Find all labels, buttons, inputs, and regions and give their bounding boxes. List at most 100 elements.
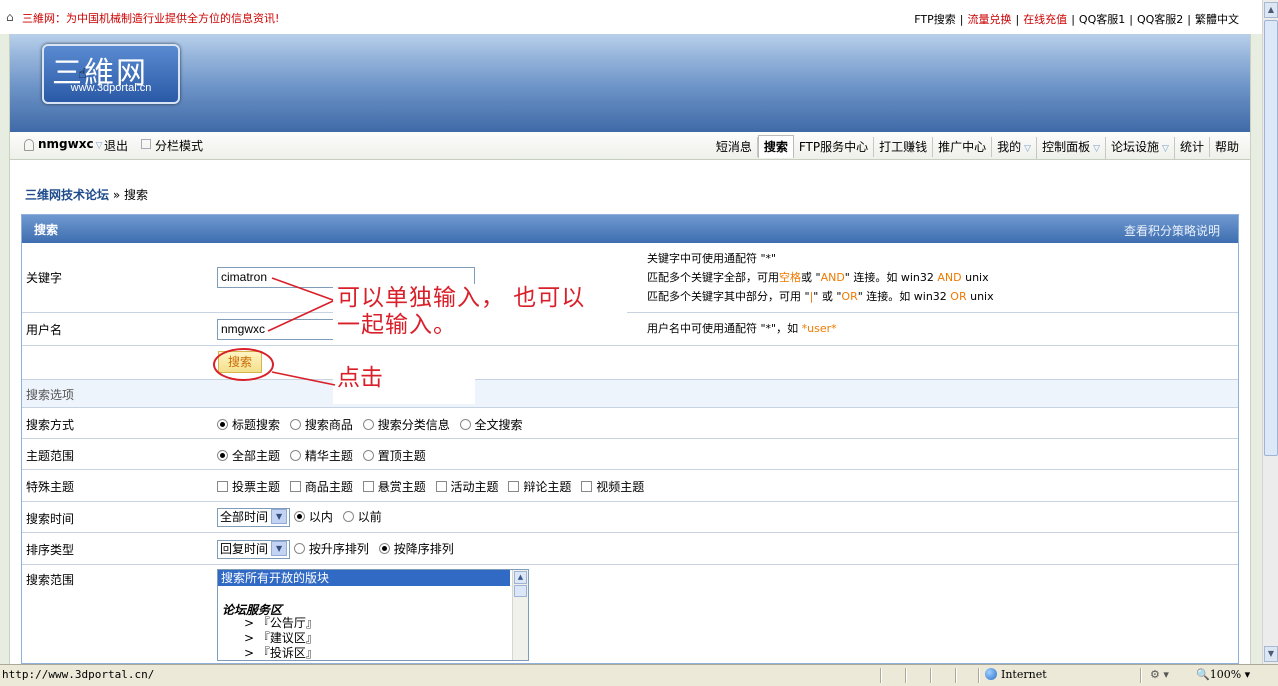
search-method-label: 搜索方式 bbox=[26, 418, 75, 432]
range-option-item[interactable]: > 『公告厅』 bbox=[218, 616, 528, 631]
user-icon bbox=[24, 139, 34, 151]
scope-digest-radio[interactable]: 精华主题 bbox=[289, 449, 353, 463]
recharge-link[interactable]: 在线充值 bbox=[1022, 13, 1068, 26]
sort-asc-radio[interactable]: 按升序排列 bbox=[293, 542, 369, 556]
panel-title: 搜索 bbox=[34, 223, 59, 237]
qq-service2-link[interactable]: QQ客服2 bbox=[1136, 13, 1184, 26]
status-url: http://www.3dportal.cn/ bbox=[2, 668, 155, 681]
sort-select[interactable]: 回复时间 ▼ bbox=[217, 540, 291, 559]
logo-url: www.3dportal.cn bbox=[70, 82, 152, 94]
page-scrollbar[interactable]: ▲ ▼ bbox=[1262, 0, 1278, 664]
zoom-level[interactable]: 🔍100% ▾ bbox=[1196, 668, 1250, 681]
scope-all-radio[interactable]: 全部主题 bbox=[217, 449, 280, 463]
search-time-label: 搜索时间 bbox=[26, 512, 75, 526]
options-header: 搜索选项 bbox=[26, 388, 75, 402]
listbox-scrollbar[interactable]: ▲ bbox=[512, 570, 528, 660]
menu-help[interactable]: 帮助 bbox=[1210, 137, 1244, 157]
scroll-down-arrow-icon[interactable]: ▼ bbox=[1264, 646, 1278, 662]
annotation-click-note: 点击 bbox=[337, 365, 383, 391]
special-reward-checkbox[interactable]: 悬赏主题 bbox=[362, 480, 426, 494]
menu-ftp-service[interactable]: FTP服务中心 bbox=[794, 137, 875, 157]
sort-type-label: 排序类型 bbox=[26, 543, 75, 557]
panel-header: 搜索 查看积分策略说明 bbox=[22, 215, 1238, 243]
special-debate-checkbox[interactable]: 辩论主题 bbox=[508, 480, 571, 494]
search-method-options: 标题搜索 搜索商品 搜索分类信息 全文搜索 bbox=[217, 416, 529, 433]
security-zone: Internet bbox=[985, 668, 1047, 681]
breadcrumb: 三维网技术论坛 » 搜索 bbox=[25, 186, 148, 203]
site-slogan: 三維网：为中国机械制造行业提供全方位的信息资讯! bbox=[22, 12, 280, 25]
range-option-all[interactable]: 搜索所有开放的版块 bbox=[218, 570, 510, 586]
method-goods-radio[interactable]: 搜索商品 bbox=[289, 418, 353, 432]
top-links: FTP搜索 | 流量兑换 | 在线充值 | QQ客服1 | QQ客服2 | 繁體中文 bbox=[913, 13, 1240, 26]
username-tip: 用户名中可使用通配符 "*"，如 *user* bbox=[647, 322, 837, 335]
method-category-radio[interactable]: 搜索分类信息 bbox=[362, 418, 450, 432]
credit-policy-link[interactable]: 查看积分策略说明 bbox=[1124, 222, 1220, 239]
topic-scope-row: 主题范围 全部主题 精华主题 置顶主题 bbox=[22, 439, 1238, 470]
special-video-checkbox[interactable]: 视频主题 bbox=[581, 480, 644, 494]
scroll-up-arrow-icon[interactable]: ▲ bbox=[514, 571, 527, 584]
breadcrumb-home-link[interactable]: 三维网技术论坛 bbox=[25, 188, 109, 202]
chevron-down-icon: ▽ bbox=[1024, 144, 1032, 154]
top-bar: ⌂ 三維网：为中国机械制造行业提供全方位的信息资讯! FTP搜索 | 流量兑换 | 在线… bbox=[0, 0, 1262, 34]
chevron-down-icon: ▽ bbox=[1093, 144, 1101, 154]
special-poll-checkbox[interactable]: 投票主题 bbox=[217, 480, 280, 494]
ftp-search-link[interactable]: FTP搜索 bbox=[913, 13, 957, 26]
traditional-chinese-link[interactable]: 繁體中文 bbox=[1194, 13, 1240, 26]
search-range-row: 搜索范围 搜索所有开放的版块 论坛服务区 > 『公告厅』 > 『建议区』 > 『… bbox=[22, 565, 1238, 665]
username-menu[interactable]: nmgwxc ▽ bbox=[38, 137, 103, 151]
options-header-row: 搜索选项 bbox=[22, 380, 1238, 408]
protected-mode-icon[interactable]: ⚙ ▾ bbox=[1150, 668, 1169, 681]
range-option-item[interactable]: > 『建议区』 bbox=[218, 631, 528, 646]
keyword-tips: 关键字中可使用通配符 "*" 匹配多个关键字全部，可用空格或 "AND" 连接。… bbox=[647, 252, 994, 303]
search-time-row: 搜索时间 全部时间 ▼ 以内 以前 bbox=[22, 502, 1238, 533]
menu-messages[interactable]: 短消息 bbox=[711, 137, 758, 157]
breadcrumb-current: 搜索 bbox=[124, 188, 149, 202]
menu-stats[interactable]: 统计 bbox=[1175, 137, 1210, 157]
username-row: 用户名 nmgwxc 用户名中可使用通配符 "*"，如 *user* bbox=[22, 313, 1238, 346]
globe-icon bbox=[985, 668, 997, 680]
special-goods-checkbox[interactable]: 商品主题 bbox=[289, 480, 353, 494]
menu-mine[interactable]: 我的 ▽ bbox=[992, 137, 1038, 159]
special-topic-label: 特殊主题 bbox=[26, 480, 75, 494]
split-mode-checkbox[interactable] bbox=[141, 139, 151, 149]
dropdown-arrow-icon: ▼ bbox=[271, 509, 288, 524]
site-logo[interactable]: 三維网 www.3dportal.cn ☝ bbox=[42, 44, 180, 104]
range-option-item[interactable]: > 『投诉区』 bbox=[218, 646, 528, 660]
qq-service1-link[interactable]: QQ客服1 bbox=[1078, 13, 1126, 26]
forum-range-listbox[interactable]: 搜索所有开放的版块 论坛服务区 > 『公告厅』 > 『建议区』 > 『投诉区』 … bbox=[217, 569, 529, 661]
page-wrapper: 三維网 www.3dportal.cn ☝ nmgwxc ▽ 退出 分栏模式 短消… bbox=[9, 34, 1251, 664]
time-within-radio[interactable]: 以内 bbox=[293, 510, 333, 524]
username-label: 用户名 bbox=[26, 323, 63, 337]
menu-search[interactable]: 搜索 bbox=[757, 135, 794, 158]
keyword-row: 关键字 cimatron 关键字中可使用通配符 "*" 匹配多个关键字全部，可用… bbox=[22, 243, 1238, 313]
special-activity-checkbox[interactable]: 活动主题 bbox=[435, 480, 499, 494]
chevron-down-icon: ▽ bbox=[95, 141, 103, 151]
scroll-up-arrow-icon[interactable]: ▲ bbox=[1264, 2, 1278, 18]
sort-desc-radio[interactable]: 按降序排列 bbox=[378, 542, 454, 556]
range-group-service[interactable]: 论坛服务区 bbox=[218, 601, 528, 617]
menu-control-panel[interactable]: 控制面板 ▽ bbox=[1037, 137, 1107, 159]
main-menu: 短消息 搜索 FTP服务中心 打工赚钱 推广中心 我的 ▽ 控制面板 ▽ 论坛设施 ▽ 统计 帮助 bbox=[711, 135, 1244, 159]
menu-forum-facilities[interactable]: 论坛设施 ▽ bbox=[1106, 137, 1175, 159]
listbox-scroll-thumb[interactable] bbox=[514, 585, 527, 597]
method-fulltext-radio[interactable]: 全文搜索 bbox=[459, 418, 523, 432]
special-topic-row: 特殊主题 投票主题 商品主题 悬赏主题 活动主题 辩论主题 视频主题 bbox=[22, 470, 1238, 502]
method-title-radio[interactable]: 标题搜索 bbox=[217, 418, 280, 432]
chevron-down-icon: ▽ bbox=[1162, 144, 1169, 154]
scroll-thumb[interactable] bbox=[1264, 20, 1278, 456]
menu-promotion[interactable]: 推广中心 bbox=[933, 137, 993, 157]
split-mode-label[interactable]: 分栏模式 bbox=[155, 137, 203, 154]
time-before-radio[interactable]: 以前 bbox=[342, 510, 382, 524]
hand-cursor-icon: ☝ bbox=[78, 66, 87, 82]
sort-type-controls: 回复时间 ▼ 按升序排列 按降序排列 bbox=[217, 540, 460, 559]
logout-link[interactable]: 退出 bbox=[104, 137, 128, 154]
scope-sticky-radio[interactable]: 置顶主题 bbox=[362, 449, 426, 463]
traffic-exchange-link[interactable]: 流量兑换 bbox=[966, 13, 1012, 26]
search-range-label: 搜索范围 bbox=[26, 573, 75, 587]
keyword-label: 关键字 bbox=[26, 271, 63, 285]
header-banner: 三維网 www.3dportal.cn ☝ bbox=[10, 34, 1250, 132]
menu-earn[interactable]: 打工赚钱 bbox=[874, 137, 934, 157]
home-icon[interactable]: ⌂ bbox=[6, 10, 14, 24]
annotation-input-note: 可以单独输入， 也可以 一起输入。 bbox=[337, 285, 586, 338]
time-select[interactable]: 全部时间 ▼ bbox=[217, 508, 291, 527]
